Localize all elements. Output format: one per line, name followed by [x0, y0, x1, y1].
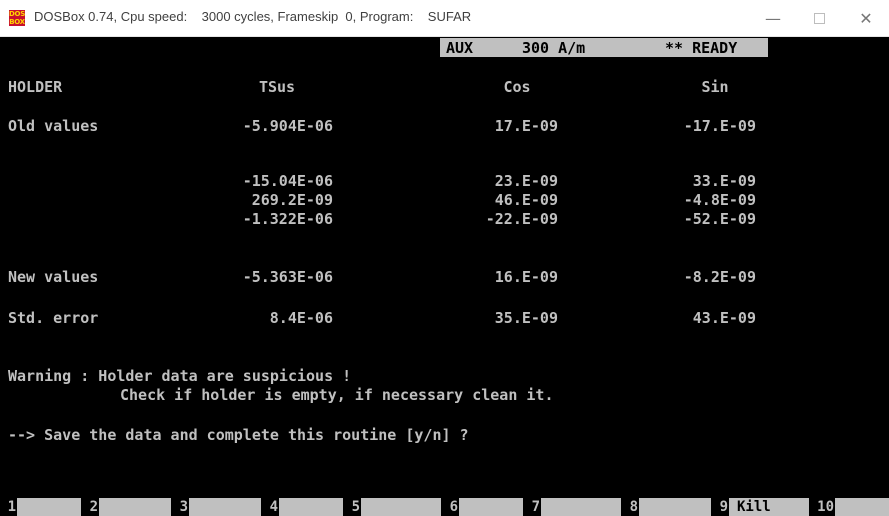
new-cos: 16.E-09: [494, 268, 558, 286]
fkey-10[interactable]: [835, 498, 889, 516]
meas1-sin: 33.E-09: [692, 172, 756, 190]
fkey-2[interactable]: [99, 498, 171, 516]
window-title-bar[interactable]: DOS BOX DOSBox 0.74, Cpu speed: 3000 cyc…: [0, 0, 889, 37]
dos-screen[interactable]: AUX 300 A/m ** READY HOLDER TSus Cos Sin…: [0, 37, 889, 516]
old-cos: 17.E-09: [494, 117, 558, 135]
new-values-label: New values: [8, 268, 99, 286]
meas3-cos: -22.E-09: [485, 210, 558, 228]
fkey-3[interactable]: [189, 498, 261, 516]
std-error-tsus: 8.4E-06: [269, 309, 333, 327]
meas2-sin: -4.8E-09: [683, 191, 756, 209]
fkey-8-number: 8: [629, 499, 638, 515]
fkey-2-number: 2: [89, 499, 98, 515]
fkey-4-number: 4: [269, 499, 278, 515]
meas1-tsus: -15.04E-06: [242, 172, 333, 190]
fkey-1[interactable]: [17, 498, 81, 516]
minimize-icon: —: [765, 8, 781, 28]
fkey-6-number: 6: [449, 499, 458, 515]
fkey-7-number: 7: [531, 499, 540, 515]
minimize-button[interactable]: —: [750, 0, 796, 36]
status-field: 300 A/m: [522, 39, 586, 57]
std-error-cos: 35.E-09: [494, 309, 558, 327]
warning-message: Warning : Holder data are suspicious !: [8, 367, 352, 385]
header-holder: HOLDER: [8, 78, 63, 96]
header-sin: Sin: [701, 78, 729, 96]
header-cos: Cos: [503, 78, 531, 96]
fkey-9-kill[interactable]: Kill: [729, 498, 809, 516]
fkey-10-number: 10: [817, 499, 834, 515]
meas3-sin: -52.E-09: [683, 210, 756, 228]
fkey-3-number: 3: [179, 499, 188, 515]
warning-detail: Check if holder is empty, if necessary c…: [120, 386, 554, 404]
dosbox-app-icon: DOS BOX: [9, 10, 25, 26]
meas3-tsus: -1.322E-06: [242, 210, 333, 228]
maximize-button[interactable]: [796, 0, 842, 36]
old-sin: -17.E-09: [683, 117, 756, 135]
fkey-7[interactable]: [541, 498, 621, 516]
close-button[interactable]: ✕: [843, 0, 889, 36]
fkey-5[interactable]: [361, 498, 441, 516]
meas2-tsus: 269.2E-09: [251, 191, 333, 209]
save-prompt: --> Save the data and complete this rout…: [8, 426, 469, 444]
std-error-sin: 43.E-09: [692, 309, 756, 327]
fkey-1-number: 1: [7, 499, 16, 515]
function-key-bar: 1 2 3 4 5 6 7 8 9 Kill 10: [0, 498, 889, 516]
close-icon: ✕: [859, 8, 873, 28]
fkey-4[interactable]: [279, 498, 343, 516]
header-tsus: TSus: [258, 78, 296, 96]
new-sin: -8.2E-09: [683, 268, 756, 286]
old-tsus: -5.904E-06: [242, 117, 333, 135]
fkey-8[interactable]: [639, 498, 711, 516]
status-state: ** READY: [665, 39, 738, 57]
status-mode: AUX: [446, 39, 474, 57]
meas1-cos: 23.E-09: [494, 172, 558, 190]
window-title: DOSBox 0.74, Cpu speed: 3000 cycles, Fra…: [34, 9, 472, 24]
maximize-icon: [813, 12, 825, 24]
old-values-label: Old values: [8, 117, 99, 135]
fkey-6[interactable]: [459, 498, 523, 516]
fkey-9-number: 9: [719, 499, 728, 515]
std-error-label: Std. error: [8, 309, 99, 327]
meas2-cos: 46.E-09: [494, 191, 558, 209]
new-tsus: -5.363E-06: [242, 268, 333, 286]
fkey-5-number: 5: [351, 499, 360, 515]
status-bar: AUX 300 A/m ** READY: [440, 38, 768, 57]
